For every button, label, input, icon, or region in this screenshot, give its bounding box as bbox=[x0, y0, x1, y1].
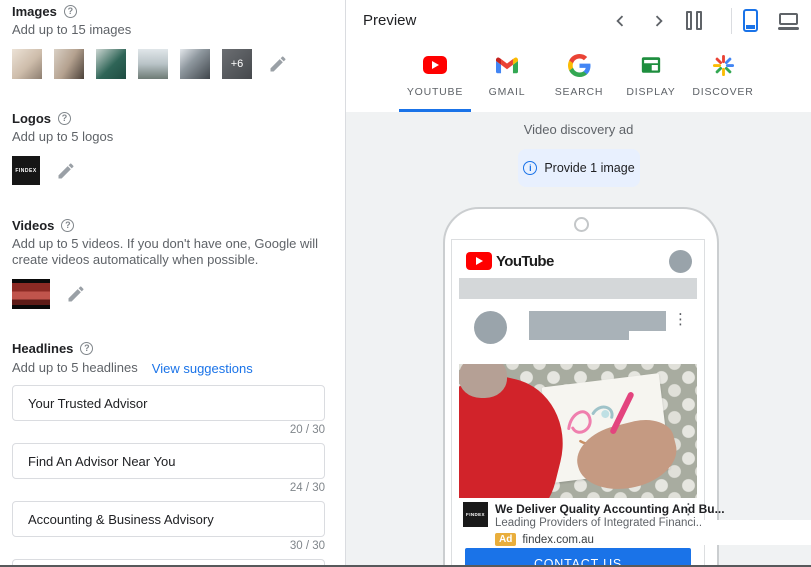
ad-info-row: FINDEX We Deliver Quality Accounting And… bbox=[463, 502, 696, 546]
headline-input-3[interactable] bbox=[12, 501, 325, 537]
image-thumbnail[interactable] bbox=[54, 49, 84, 79]
images-section: Images ? Add up to 15 images +6 bbox=[12, 3, 334, 79]
headline-input-2[interactable] bbox=[12, 443, 325, 479]
adjacent-preview-gap bbox=[701, 520, 811, 545]
tab-search[interactable]: SEARCH bbox=[543, 46, 615, 112]
advertiser-logo: FINDEX bbox=[463, 502, 488, 527]
tab-display[interactable]: DISPLAY bbox=[615, 46, 687, 112]
logos-subtitle: Add up to 5 logos bbox=[12, 129, 334, 145]
videos-subtitle: Add up to 5 videos. If you don't have on… bbox=[12, 236, 334, 268]
image-thumbnail[interactable] bbox=[180, 49, 210, 79]
logos-section-title: Logos ? bbox=[12, 110, 334, 126]
images-subtitle: Add up to 15 images bbox=[12, 22, 334, 38]
videos-section: Videos ? Add up to 5 videos. If you don'… bbox=[12, 217, 334, 309]
tab-label: GMAIL bbox=[489, 86, 526, 98]
phone-screen: YouTube ⋮ bbox=[451, 239, 705, 567]
provide-image-notice[interactable]: i Provide 1 image bbox=[518, 149, 640, 187]
info-icon: i bbox=[523, 161, 537, 175]
desktop-preview-icon[interactable] bbox=[779, 13, 798, 25]
logos-section: Logos ? Add up to 5 logos FINDEX bbox=[12, 110, 334, 185]
help-icon[interactable]: ? bbox=[64, 5, 77, 18]
image-thumbnail[interactable] bbox=[138, 49, 168, 79]
headlines-subtitle: Add up to 5 headlines bbox=[12, 360, 138, 376]
help-icon[interactable]: ? bbox=[80, 342, 93, 355]
placeholder-bar bbox=[459, 278, 697, 299]
videos-title-text: Videos bbox=[12, 218, 54, 233]
video-thumbnail[interactable] bbox=[12, 279, 50, 309]
text-placeholder-bars bbox=[529, 311, 666, 344]
advertiser-logo-text: FINDEX bbox=[466, 512, 485, 517]
tab-label: DISPLAY bbox=[626, 86, 675, 98]
logo-thumbnail[interactable]: FINDEX bbox=[12, 156, 40, 185]
avatar-placeholder bbox=[474, 311, 507, 344]
overflow-menu-icon[interactable]: ⋮ bbox=[673, 311, 688, 344]
ad-headline: We Deliver Quality Accounting And Bu... bbox=[495, 502, 674, 516]
mobile-preview-icon[interactable] bbox=[743, 9, 758, 32]
ad-format-label: Video discovery ad bbox=[446, 122, 711, 137]
notice-text: Provide 1 image bbox=[544, 161, 634, 175]
headline-counter-1: 20 / 30 bbox=[12, 424, 325, 436]
help-icon[interactable]: ? bbox=[58, 112, 71, 125]
youtube-wordmark: YouTube bbox=[496, 253, 554, 270]
ad-asset-editor: Images ? Add up to 15 images +6 Logos ? … bbox=[0, 0, 811, 567]
help-icon[interactable]: ? bbox=[61, 219, 74, 232]
youtube-play-icon bbox=[466, 252, 492, 270]
overflow-menu-icon[interactable]: ⋮ bbox=[681, 502, 696, 546]
edit-logos-icon[interactable] bbox=[56, 161, 76, 181]
avatar bbox=[669, 250, 692, 273]
image-thumbnails-row: +6 bbox=[12, 49, 334, 79]
placeholder-video-row: ⋮ bbox=[474, 311, 688, 344]
youtube-app-header: YouTube bbox=[466, 248, 692, 274]
tab-discover[interactable]: DISCOVER bbox=[687, 46, 759, 112]
logo-thumbnails-row: FINDEX bbox=[12, 156, 334, 185]
logos-title-text: Logos bbox=[12, 111, 51, 126]
tab-label: DISCOVER bbox=[692, 86, 753, 98]
headlines-section: Headlines ? Add up to 5 headlines View s… bbox=[12, 340, 334, 567]
image-thumbnail-more[interactable]: +6 bbox=[222, 49, 252, 79]
display-ads-icon bbox=[639, 53, 663, 77]
video-thumbnails-row bbox=[12, 279, 334, 309]
preview-title: Preview bbox=[363, 12, 416, 29]
ad-texts: We Deliver Quality Accounting And Bu... … bbox=[495, 502, 674, 546]
ad-display-url: findex.com.au bbox=[522, 534, 594, 546]
images-section-title: Images ? bbox=[12, 3, 334, 19]
google-search-icon bbox=[567, 53, 591, 77]
view-suggestions-link[interactable]: View suggestions bbox=[152, 361, 253, 376]
images-title-text: Images bbox=[12, 4, 57, 19]
image-thumbnail[interactable] bbox=[96, 49, 126, 79]
phone-camera bbox=[574, 217, 589, 232]
next-preview-button[interactable] bbox=[648, 10, 670, 32]
discover-icon bbox=[711, 53, 735, 77]
headline-counter-2: 24 / 30 bbox=[12, 482, 325, 494]
ad-image bbox=[459, 364, 697, 498]
preview-channel-tabs: YOUTUBE GMAIL bbox=[399, 46, 759, 112]
more-images-count: +6 bbox=[231, 58, 244, 70]
videos-section-title: Videos ? bbox=[12, 217, 334, 233]
youtube-logo: YouTube bbox=[466, 252, 554, 270]
tab-label: SEARCH bbox=[555, 86, 604, 98]
tab-youtube[interactable]: YOUTUBE bbox=[399, 46, 471, 112]
headline-input-1[interactable] bbox=[12, 385, 325, 421]
youtube-icon bbox=[423, 53, 447, 77]
gmail-icon bbox=[495, 53, 519, 77]
tab-label: YOUTUBE bbox=[407, 86, 463, 98]
logo-thumbnail-text: FINDEX bbox=[15, 168, 36, 174]
controls-divider bbox=[731, 8, 732, 34]
headlines-section-title: Headlines ? bbox=[12, 340, 334, 356]
headlines-title-text: Headlines bbox=[12, 341, 73, 356]
previous-preview-button[interactable] bbox=[609, 10, 631, 32]
tab-gmail[interactable]: GMAIL bbox=[471, 46, 543, 112]
edit-images-icon[interactable] bbox=[268, 54, 288, 74]
image-thumbnail[interactable] bbox=[12, 49, 42, 79]
edit-videos-icon[interactable] bbox=[66, 284, 86, 304]
ad-badge: Ad bbox=[495, 533, 516, 546]
headline-counter-3: 30 / 30 bbox=[12, 540, 325, 552]
ad-description: Leading Providers of Integrated Financi.… bbox=[495, 517, 674, 530]
side-by-side-view-icon[interactable] bbox=[686, 11, 702, 30]
